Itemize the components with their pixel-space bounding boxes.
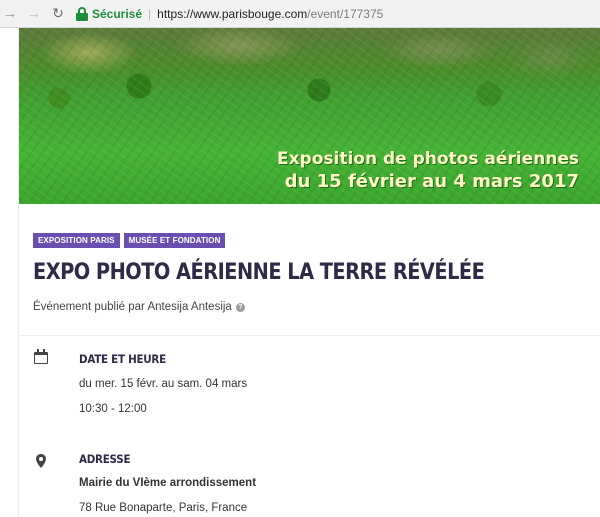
back-arrow-icon[interactable]: → — [0, 5, 20, 22]
venue-street: 78 Rue Bonaparte, Paris, France — [79, 502, 248, 514]
publisher-text: Événement publié par Antesija Antesija — [33, 301, 232, 313]
hero-image: Exposition de photos aériennes du 15 fév… — [19, 28, 600, 204]
address-heading: ADRESSE — [79, 452, 131, 466]
tag-musee-fondation[interactable]: MUSÉE ET FONDATION — [123, 233, 226, 248]
url-host: https://www.parisbouge.com — [157, 6, 308, 21]
tag-exposition-paris[interactable]: EXPOSITION PARIS — [33, 233, 120, 248]
forward-arrow-icon[interactable]: → — [24, 5, 44, 22]
venue-name[interactable]: Mairie du VIème arrondissement — [79, 477, 256, 489]
divider — [19, 335, 600, 336]
lock-icon — [76, 6, 88, 21]
calendar-icon — [33, 349, 49, 365]
help-icon[interactable]: ? — [235, 302, 245, 312]
address-separator: | — [148, 6, 152, 21]
secure-label: Sécurisé — [92, 6, 143, 21]
url-path: /event/177375 — [307, 6, 384, 21]
hero-caption-line2: du 15 février au 4 mars 2017 — [284, 171, 579, 192]
event-time: 10:30 - 12:00 — [79, 403, 147, 415]
publisher-line: Événement publié par Antesija Antesija ? — [33, 301, 245, 313]
event-dates: du mer. 15 févr. au sam. 04 mars — [79, 378, 248, 390]
hero-caption-line1: Exposition de photos aériennes — [276, 149, 579, 169]
category-tags: EXPOSITION PARIS MUSÉE ET FONDATION — [33, 233, 226, 248]
browser-toolbar: → → ↻ Sécurisé | https://www.parisbouge.… — [0, 0, 600, 28]
event-page: Exposition de photos aériennes du 15 fév… — [18, 28, 600, 517]
reload-icon[interactable]: ↻ — [48, 5, 68, 22]
date-heading: DATE ET HEURE — [79, 352, 166, 366]
location-pin-icon — [33, 453, 49, 469]
hero-caption: Exposition de photos aériennes du 15 fév… — [219, 148, 579, 194]
event-title: EXPO PHOTO AÉRIENNE LA TERRE RÉVÉLÉE — [33, 259, 485, 285]
address-bar[interactable]: Sécurisé | https://www.parisbouge.com /e… — [76, 4, 406, 24]
